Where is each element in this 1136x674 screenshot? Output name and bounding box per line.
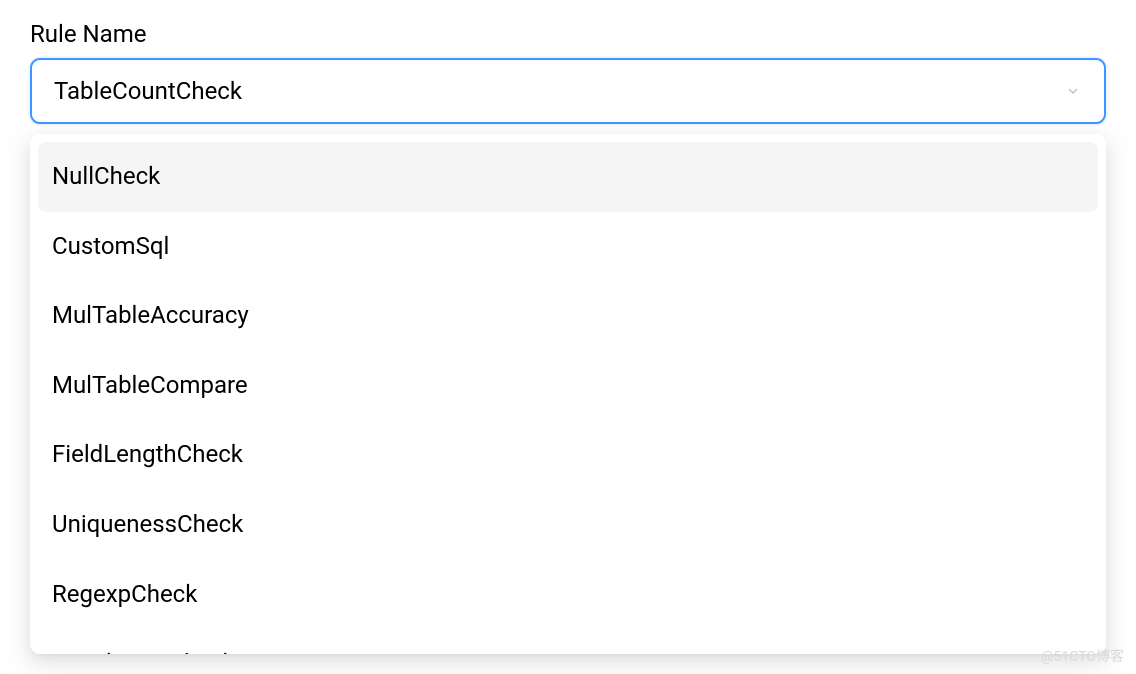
dropdown-option-nullcheck[interactable]: NullCheck [38, 142, 1098, 212]
option-label: RegexpCheck [52, 580, 197, 608]
dropdown-option-multableaccuracy[interactable]: MulTableAccuracy [38, 281, 1098, 351]
field-label: Rule Name [30, 20, 1106, 48]
chevron-down-icon [1064, 82, 1082, 100]
rule-name-select[interactable]: TableCountCheck [30, 58, 1106, 124]
option-label: TimelinessCheck [52, 649, 235, 654]
option-label: MulTableCompare [52, 371, 248, 399]
option-label: UniquenessCheck [52, 510, 243, 538]
dropdown-option-fieldlengthcheck[interactable]: FieldLengthCheck [38, 420, 1098, 490]
dropdown-option-uniquenesscheck[interactable]: UniquenessCheck [38, 490, 1098, 560]
option-label: CustomSql [52, 232, 169, 260]
option-label: FieldLengthCheck [52, 440, 243, 468]
dropdown-panel: NullCheck CustomSql MulTableAccuracy Mul… [30, 134, 1106, 654]
dropdown-option-customsql[interactable]: CustomSql [38, 212, 1098, 282]
option-label: NullCheck [52, 162, 160, 190]
dropdown-option-timelinesscheck[interactable]: TimelinessCheck [38, 629, 1098, 654]
dropdown-option-multablecompare[interactable]: MulTableCompare [38, 351, 1098, 421]
select-value: TableCountCheck [54, 77, 242, 105]
dropdown-option-regexpcheck[interactable]: RegexpCheck [38, 560, 1098, 630]
option-label: MulTableAccuracy [52, 301, 249, 329]
select-container: TableCountCheck NullCheck CustomSql MulT… [30, 58, 1106, 124]
